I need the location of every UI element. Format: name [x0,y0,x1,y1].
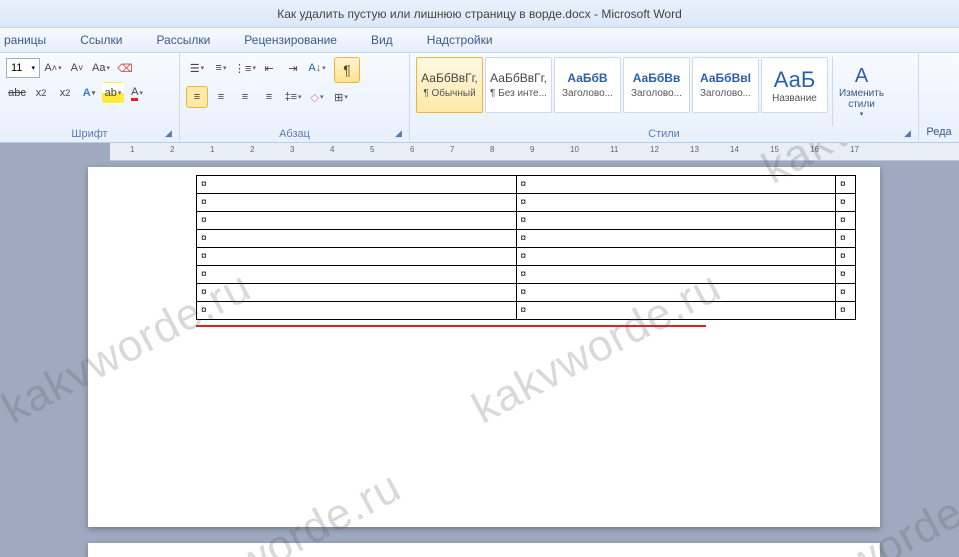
ribbon-tabs: раницы Ссылки Рассылки Рецензирование Ви… [0,28,959,53]
table-cell[interactable]: ¤ [197,284,517,302]
sort-button[interactable]: A↓ [306,57,328,79]
group-label-font: Шрифт [6,126,173,140]
table-cell[interactable]: ¤ [197,266,517,284]
numbering-button[interactable]: ≡ [210,57,232,79]
table-cell[interactable]: ¤ [197,194,517,212]
document-table[interactable]: ¤¤¤¤¤¤¤¤¤¤¤¤¤¤¤¤¤¤¤¤¤¤¤¤ [196,175,856,320]
table-cell[interactable]: ¤ [197,230,517,248]
table-cell[interactable]: ¤ [197,302,517,320]
table-cell[interactable]: ¤ [516,284,836,302]
multilevel-button[interactable]: ⋮≡ [234,57,256,79]
editing-label: Реда [926,126,951,138]
table-cell[interactable]: ¤ [516,248,836,266]
table-cell[interactable]: ¤ [516,302,836,320]
line-spacing-button[interactable]: ‡≡ [282,86,304,108]
page-2[interactable]: ¶ [88,543,880,557]
style-item[interactable]: АаБНазвание [761,57,828,113]
highlight-button[interactable]: ab [102,82,124,104]
change-styles-button[interactable]: A Изменить стили ▾ [832,57,890,126]
table-cell[interactable]: ¤ [516,212,836,230]
style-item[interactable]: АаБбВвІЗаголово... [692,57,759,113]
table-cell[interactable]: ¤ [197,176,517,194]
paragraph-dialog-launcher[interactable]: ◢ [395,128,407,140]
shading-button[interactable]: ◇ [306,86,328,108]
grow-font-button[interactable]: A˄ [42,57,64,79]
font-color-button[interactable]: A [126,82,148,104]
align-left-button[interactable]: ≡ [186,86,208,108]
strikethrough-button[interactable]: abc [6,82,28,104]
change-styles-icon: A [855,65,868,88]
borders-button[interactable]: ⊞ [330,86,352,108]
horizontal-ruler[interactable]: 121234567891011121314151617 [110,143,959,161]
ribbon: 11▾ A˄ A˅ Aa ⌫ abc x2 x2 A ab A Шрифт ◢ [0,53,959,143]
font-size-input[interactable]: 11▾ [6,58,40,78]
table-cell[interactable]: ¤ [516,230,836,248]
table-cell[interactable]: ¤ [836,302,856,320]
page-1[interactable]: ¤¤¤¤¤¤¤¤¤¤¤¤¤¤¤¤¤¤¤¤¤¤¤¤ [88,167,880,527]
text-effects-button[interactable]: A [78,82,100,104]
align-right-button[interactable]: ≡ [234,86,256,108]
increase-indent-button[interactable]: ⇥ [282,57,304,79]
window-title: Как удалить пустую или лишнюю страницу в… [277,7,682,21]
table-cell[interactable]: ¤ [836,266,856,284]
window-titlebar: Как удалить пустую или лишнюю страницу в… [0,0,959,28]
table-cell[interactable]: ¤ [836,230,856,248]
clear-formatting-button[interactable]: ⌫ [114,57,136,79]
styles-gallery[interactable]: АаБбВвГг,¶ ОбычныйАаБбВвГг,¶ Без инте...… [416,57,828,126]
style-item[interactable]: АаБбВвЗаголово... [623,57,690,113]
group-font: 11▾ A˄ A˅ Aa ⌫ abc x2 x2 A ab A Шрифт ◢ [0,53,180,142]
table-cell[interactable]: ¤ [836,176,856,194]
table-cell[interactable]: ¤ [836,194,856,212]
styles-dialog-launcher[interactable]: ◢ [904,128,916,140]
style-item[interactable]: АаБбВвГг,¶ Обычный [416,57,483,113]
tab-view[interactable]: Вид [367,31,397,49]
document-workspace[interactable]: 121234567891011121314151617 ¤¤¤¤¤¤¤¤¤¤¤¤… [0,143,959,557]
change-case-button[interactable]: Aa [90,57,112,79]
table-cell[interactable]: ¤ [836,248,856,266]
justify-button[interactable]: ≡ [258,86,280,108]
subscript-button[interactable]: x2 [30,82,52,104]
tab-addins[interactable]: Надстройки [423,31,497,49]
decrease-indent-button[interactable]: ⇤ [258,57,280,79]
table-cell[interactable]: ¤ [197,212,517,230]
group-label-styles: Стили [416,126,912,140]
table-cell[interactable]: ¤ [516,176,836,194]
style-item[interactable]: АаБбВЗаголово... [554,57,621,113]
align-center-button[interactable]: ≡ [210,86,232,108]
table-cell[interactable]: ¤ [836,212,856,230]
group-editing: Реда [919,53,959,142]
bullets-button[interactable]: ☰ [186,57,208,79]
table-cell[interactable]: ¤ [516,194,836,212]
tab-mailings[interactable]: Рассылки [152,31,214,49]
group-styles: АаБбВвГг,¶ ОбычныйАаБбВвГг,¶ Без инте...… [410,53,919,142]
table-cell[interactable]: ¤ [836,284,856,302]
annotation-line-1 [196,325,706,327]
tab-review[interactable]: Рецензирование [240,31,341,49]
show-hide-button[interactable]: ¶ [334,57,360,83]
tab-links[interactable]: Ссылки [76,31,126,49]
superscript-button[interactable]: x2 [54,82,76,104]
shrink-font-button[interactable]: A˅ [66,57,88,79]
table-cell[interactable]: ¤ [197,248,517,266]
group-label-paragraph: Абзац [186,126,403,140]
tab-pages[interactable]: раницы [0,31,50,49]
table-cell[interactable]: ¤ [516,266,836,284]
style-item[interactable]: АаБбВвГг,¶ Без инте... [485,57,552,113]
font-dialog-launcher[interactable]: ◢ [165,128,177,140]
group-paragraph: ☰ ≡ ⋮≡ ⇤ ⇥ A↓ ¶ ≡ ≡ ≡ ≡ ‡≡ ◇ ⊞ [180,53,410,142]
